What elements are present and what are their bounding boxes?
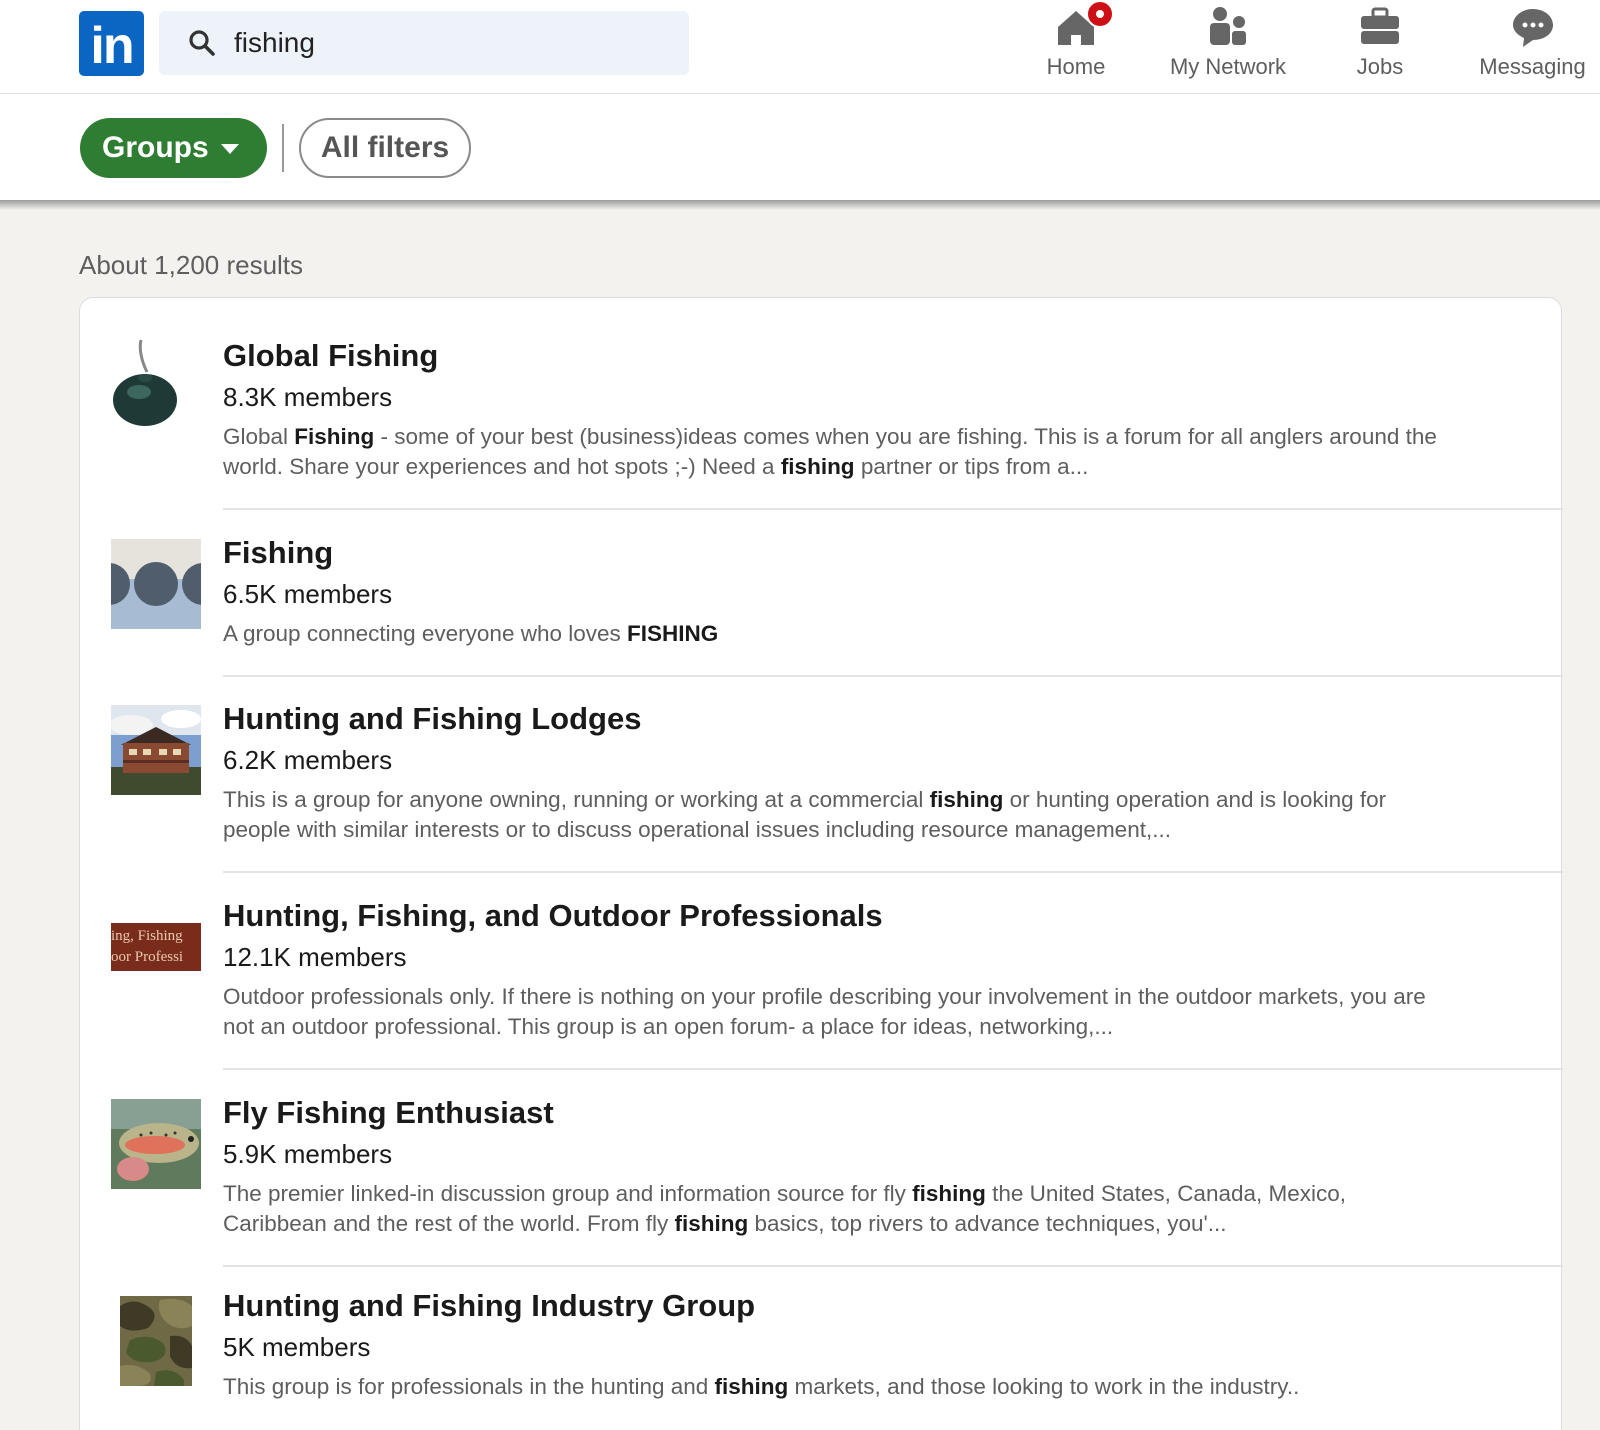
lodge-photo: [111, 705, 201, 795]
notification-badge: [1086, 0, 1114, 28]
briefcase-icon: [1361, 7, 1399, 44]
nav-jobs-label: Jobs: [1356, 54, 1404, 79]
result-description: This is a group for anyone owning, runni…: [223, 787, 1387, 842]
result-members: 8.3K members: [223, 382, 393, 412]
result-description: A group connecting everyone who loves FI…: [223, 621, 719, 646]
result-title[interactable]: Global Fishing: [223, 338, 438, 374]
nav-home-label: Home: [1046, 54, 1106, 79]
all-filters-button[interactable]: All filters: [299, 118, 471, 178]
result-title[interactable]: Fishing: [223, 535, 333, 571]
result-title[interactable]: Hunting and Fishing Industry Group: [223, 1288, 755, 1324]
network-icon: [1210, 7, 1246, 45]
search-box[interactable]: fishing: [159, 11, 689, 75]
result-description: The premier linked-in discussion group a…: [223, 1181, 1347, 1236]
wave-pattern-logo: [111, 539, 201, 629]
text-banner-logo: ing, Fishing oor Professi: [111, 923, 201, 971]
nav-home[interactable]: Home: [1036, 0, 1116, 92]
banner-text-line: ing, Fishing: [111, 928, 183, 944]
keyword-highlight: fishing: [674, 1211, 749, 1236]
fishing-weight-image: [113, 339, 177, 426]
nav-messaging[interactable]: Messaging: [1470, 0, 1595, 92]
results-count: About 1,200 results: [79, 250, 304, 280]
result-description: Global Fishing - some of your best (busi…: [223, 424, 1437, 479]
linkedin-logo[interactable]: in: [79, 11, 144, 76]
result-description: This group is for professionals in the h…: [223, 1374, 1300, 1399]
search-input[interactable]: fishing: [234, 28, 315, 58]
row-separator: [223, 1265, 1563, 1267]
result-title[interactable]: Hunting, Fishing, and Outdoor Profession…: [223, 898, 883, 934]
banner-text-line: oor Professi: [111, 949, 184, 965]
result-members: 6.5K members: [223, 579, 393, 609]
row-separator: [223, 675, 1563, 677]
nav-jobs[interactable]: Jobs: [1340, 0, 1420, 92]
top-nav-bar: in fishing Home My Network Jobs Messagin…: [0, 0, 1600, 94]
trout-photo: [111, 1099, 201, 1189]
row-separator: [223, 871, 1563, 873]
nav-my-network[interactable]: My Network: [1158, 0, 1298, 92]
camo-pattern: [120, 1296, 192, 1386]
result-members: 5.9K members: [223, 1139, 393, 1169]
keyword-highlight: FISHING: [627, 621, 719, 646]
result-description: Outdoor professionals only. If there is …: [223, 984, 1426, 1039]
caret-down-icon: [221, 144, 239, 154]
nav-messaging-label: Messaging: [1479, 54, 1586, 79]
groups-filter-button[interactable]: Groups: [80, 118, 267, 178]
filter-bar: Groups All filters: [0, 94, 1600, 202]
keyword-highlight: fishing: [929, 787, 1004, 812]
messaging-icon: [1512, 9, 1553, 47]
row-separator: [223, 508, 1563, 510]
keyword-highlight: fishing: [780, 454, 855, 479]
nav-my-network-label: My Network: [1169, 54, 1287, 79]
keyword-highlight: fishing: [912, 1181, 986, 1206]
filter-bar-shadow: [0, 200, 1600, 210]
results-card: Global Fishing 8.3K members Global Fishi…: [79, 297, 1563, 1430]
search-icon: [189, 30, 215, 56]
filter-divider: [282, 124, 284, 172]
result-members: 12.1K members: [223, 942, 407, 972]
row-separator: [223, 1068, 1563, 1070]
result-title[interactable]: Hunting and Fishing Lodges: [223, 701, 641, 737]
keyword-highlight: Fishing: [294, 424, 375, 449]
result-members: 6.2K members: [223, 745, 393, 775]
groups-filter-label: Groups: [102, 131, 209, 164]
keyword-highlight: fishing: [714, 1374, 789, 1399]
result-members: 5K members: [223, 1332, 371, 1362]
result-title[interactable]: Fly Fishing Enthusiast: [223, 1095, 554, 1131]
